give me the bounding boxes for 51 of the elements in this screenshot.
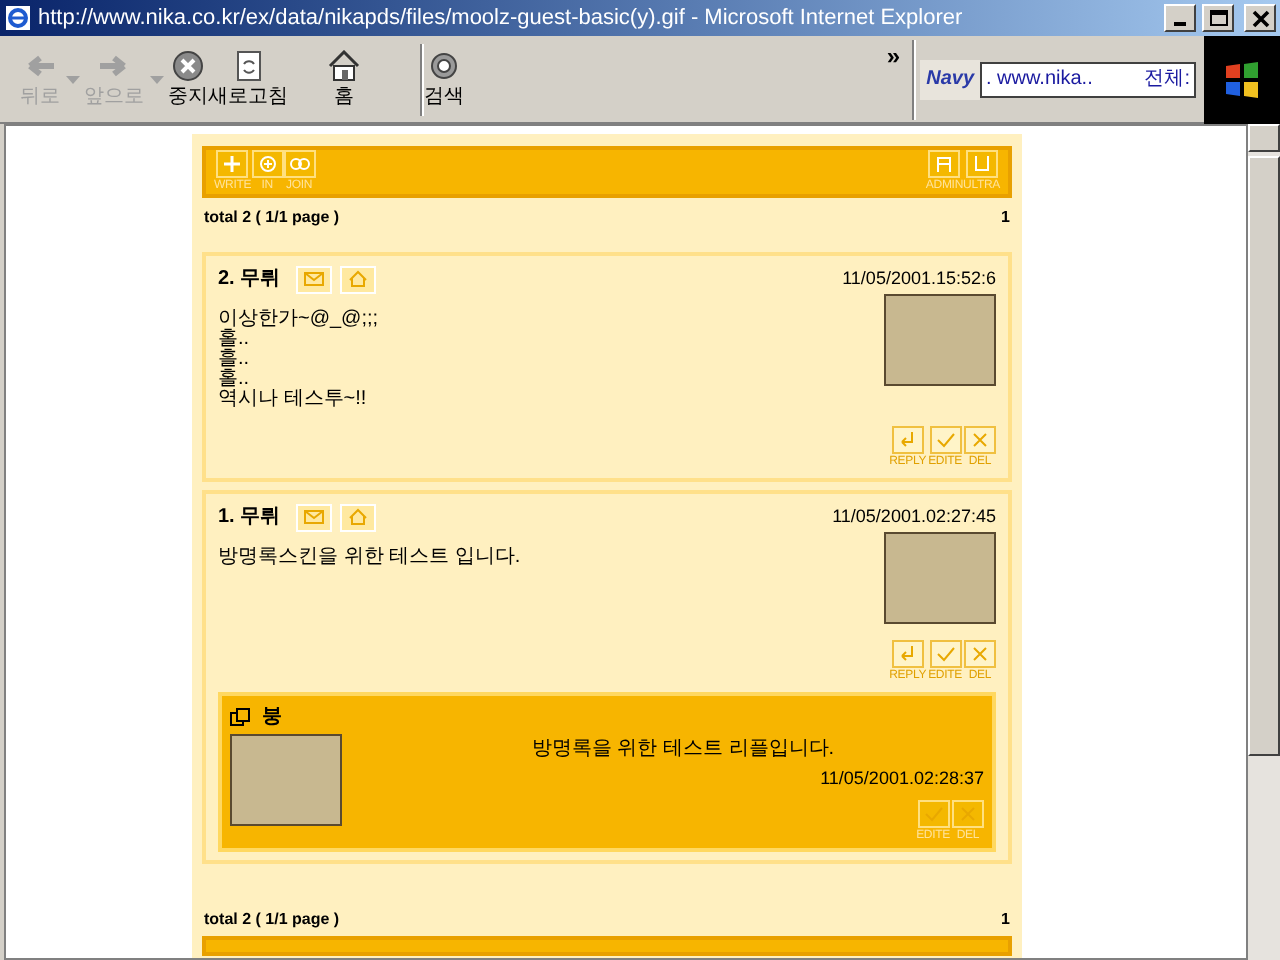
stop-button[interactable]: 중지 bbox=[168, 41, 208, 117]
home-button[interactable]: 홈 bbox=[288, 41, 400, 117]
envelope-icon bbox=[304, 272, 325, 286]
maximize-button[interactable] bbox=[1202, 4, 1234, 32]
browser-icon bbox=[4, 4, 32, 32]
message-line: 홀.. bbox=[218, 330, 252, 350]
message-line: 역시나 테스투~!! bbox=[218, 390, 369, 410]
maximize-icon bbox=[1205, 6, 1231, 30]
message-line: 홀.. bbox=[218, 370, 250, 390]
stop-icon bbox=[170, 49, 206, 81]
windows-icon bbox=[230, 708, 250, 726]
windows-logo bbox=[1204, 35, 1280, 123]
avatar-placeholder bbox=[884, 294, 996, 386]
page-summary: total 2 ( 1/1 page ) bbox=[204, 206, 340, 230]
avatar-placeholder bbox=[884, 532, 996, 624]
minimize-button[interactable] bbox=[1164, 4, 1196, 32]
logo: Navy bbox=[920, 59, 980, 99]
reply-text: 방명록을 위한 테스트 리플입니다. bbox=[531, 736, 835, 764]
house-icon bbox=[348, 270, 369, 288]
post-date: 11/05/2001.15:52:6 bbox=[842, 265, 996, 292]
reply-author: 붕 bbox=[262, 704, 282, 732]
post-author: 2. 무뤼 bbox=[218, 266, 281, 294]
post-author: 1. 무뤼 bbox=[218, 504, 281, 532]
avatar-placeholder bbox=[230, 734, 342, 826]
email-button[interactable] bbox=[296, 265, 333, 293]
message-line: 방명록스킨을 위한 테스트 입니다. bbox=[218, 548, 521, 568]
page-summary: total 2 ( 1/1 page ) bbox=[204, 907, 340, 931]
scrollbar[interactable] bbox=[1248, 124, 1280, 960]
caret-icon bbox=[149, 75, 163, 83]
post-date: 11/05/2001.02:27:45 bbox=[832, 503, 996, 530]
house-icon bbox=[348, 508, 369, 526]
homepage-button[interactable] bbox=[340, 503, 377, 531]
house-icon bbox=[326, 49, 362, 81]
message-line: 흘.. bbox=[218, 350, 252, 370]
close-icon bbox=[1247, 6, 1273, 30]
caret-icon bbox=[65, 75, 79, 83]
search-field[interactable]: . www.nika.. 전체: bbox=[980, 61, 1196, 97]
email-button[interactable] bbox=[296, 503, 333, 531]
message-line: 이상한가~@_@;;; bbox=[218, 310, 379, 330]
reply-date: 11/05/2001.02:28:37 bbox=[820, 766, 984, 792]
search-icon bbox=[426, 49, 462, 81]
minimize-icon bbox=[1174, 22, 1186, 26]
search-button[interactable]: 검색 bbox=[424, 41, 464, 117]
close-button[interactable] bbox=[1244, 4, 1276, 32]
window-title: http://www.nika.co.kr/ex/data/nikapds/files/moolz-guest-basic(y).gif - Microsoft Internet Explorer bbox=[38, 3, 965, 34]
homepage-button[interactable] bbox=[340, 265, 377, 293]
envelope-icon bbox=[304, 510, 325, 524]
page-number[interactable]: 1 bbox=[1001, 907, 1010, 931]
chevron-button[interactable]: » bbox=[886, 38, 901, 74]
page-number[interactable]: 1 bbox=[1001, 206, 1010, 230]
refresh-button[interactable]: 새로고침 bbox=[208, 41, 288, 117]
